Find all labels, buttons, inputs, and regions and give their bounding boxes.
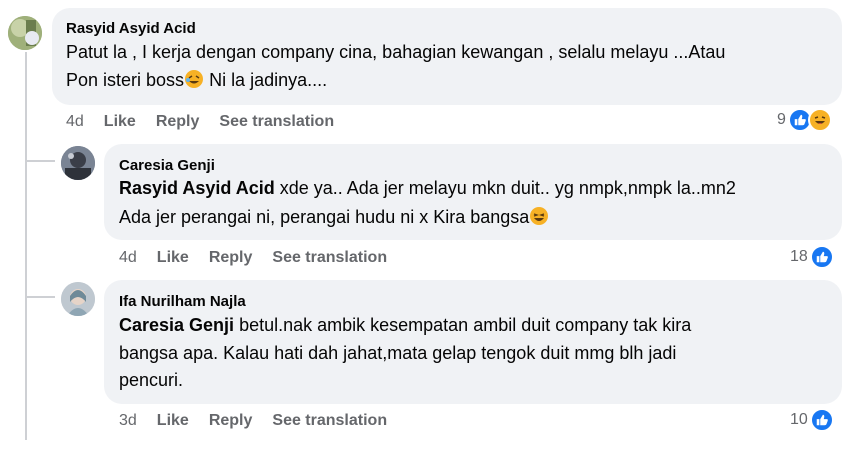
comment-author[interactable]: Caresia Genji — [119, 157, 215, 174]
thread-line-main — [25, 52, 27, 440]
comment-timestamp[interactable]: 4d — [119, 249, 137, 266]
reply-button[interactable]: Reply — [209, 249, 253, 266]
comment-text-line: Caresia Genji betul.nak ambik kesempatan… — [119, 315, 692, 335]
thread-connector-reply-2 — [25, 296, 55, 298]
comment-text-line: Rasyid Asyid Acid xde ya.. Ada jer melay… — [119, 178, 736, 198]
reaction-count: 10 — [790, 411, 808, 428]
like-icon — [809, 245, 834, 269]
reaction-count: 9 — [777, 111, 786, 128]
comment-actions: 3d Like Reply See translation — [119, 412, 407, 430]
see-translation-link[interactable]: See translation — [272, 412, 387, 429]
rofl-emoji-icon — [185, 70, 204, 88]
comment-text-line: bangsa apa. Kalau hati dah jahat,mata ge… — [119, 343, 677, 363]
avatar[interactable] — [61, 282, 95, 316]
like-button[interactable]: Like — [157, 412, 189, 429]
comment-timestamp[interactable]: 3d — [119, 412, 137, 429]
reaction-summary[interactable]: 10 — [790, 408, 834, 432]
mention-link[interactable]: Rasyid Asyid Acid — [119, 178, 275, 198]
comment-text-line: pencuri. — [119, 370, 184, 390]
comment-actions: 4d Like Reply See translation — [66, 113, 354, 131]
comment-author[interactable]: Ifa Nurilham Najla — [119, 293, 246, 310]
reaction-summary[interactable]: 18 — [790, 245, 834, 269]
like-button[interactable]: Like — [104, 113, 136, 130]
comment-timestamp[interactable]: 4d — [66, 113, 84, 130]
see-translation-link[interactable]: See translation — [272, 249, 387, 266]
reaction-summary[interactable]: 9 — [777, 108, 832, 132]
reaction-count: 18 — [790, 248, 808, 265]
comment-text-line: Patut la , I kerja dengan company cina, … — [66, 42, 726, 62]
thread-connector-reply-1 — [25, 160, 55, 162]
avatar[interactable] — [61, 146, 95, 180]
comment-actions: 4d Like Reply See translation — [119, 249, 407, 267]
avatar[interactable] — [8, 16, 42, 50]
comment-text-line: Ada jer perangai ni, perangai hudu ni x … — [119, 203, 549, 231]
see-translation-link[interactable]: See translation — [219, 113, 334, 130]
like-button[interactable]: Like — [157, 249, 189, 266]
laughing-emoji-icon — [530, 207, 549, 225]
comment-author[interactable]: Rasyid Asyid Acid — [66, 20, 196, 37]
comment-text-line: Pon isteri boss Ni la jadinya.... — [66, 70, 328, 90]
haha-icon — [807, 108, 832, 132]
mention-link[interactable]: Caresia Genji — [119, 315, 234, 335]
like-icon — [809, 408, 834, 432]
reply-button[interactable]: Reply — [156, 113, 200, 130]
reply-button[interactable]: Reply — [209, 412, 253, 429]
